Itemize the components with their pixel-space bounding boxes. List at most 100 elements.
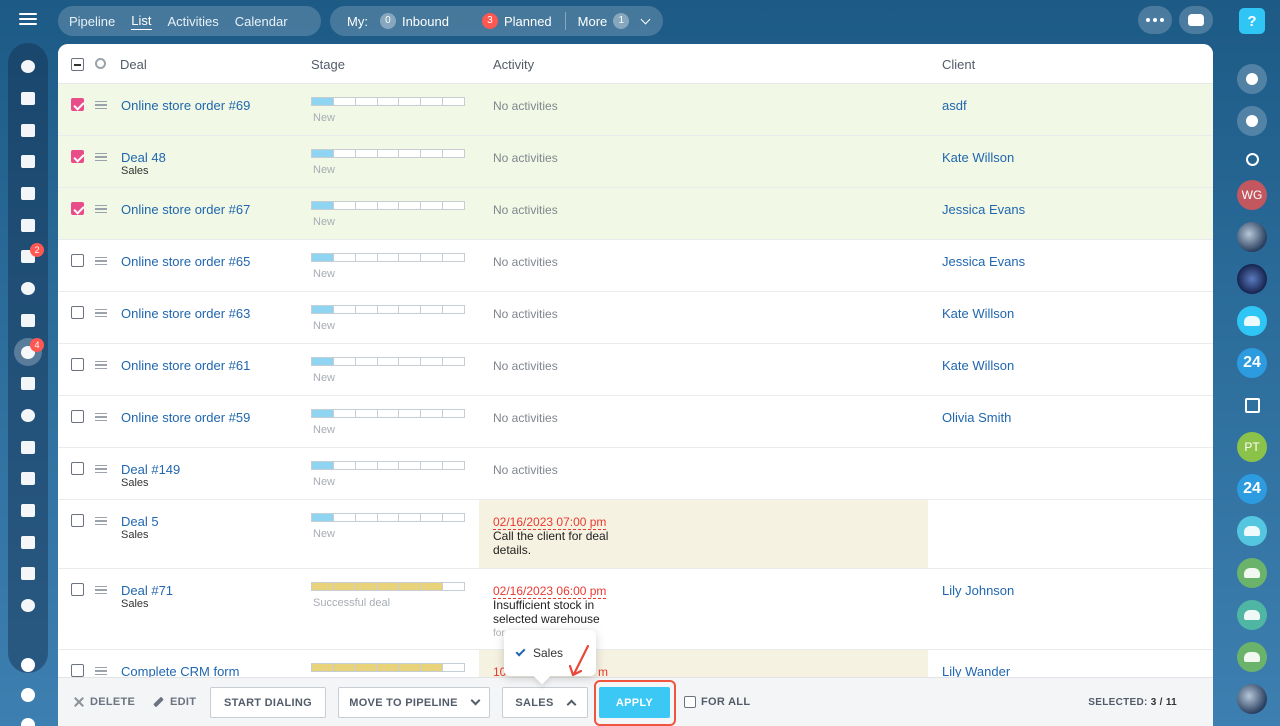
help-button[interactable]: ? xyxy=(1239,8,1265,34)
notifications-bell-icon[interactable] xyxy=(1237,64,1267,94)
table-row[interactable]: Online store order #69 New No activities… xyxy=(58,84,1213,136)
deal-link[interactable]: Online store order #69 xyxy=(121,98,250,113)
stage-progress[interactable] xyxy=(311,582,465,591)
document-icon[interactable] xyxy=(12,178,44,210)
group-icon-3[interactable] xyxy=(1237,600,1267,630)
chevron-down-circle-icon[interactable] xyxy=(12,590,44,622)
client-link[interactable]: Olivia Smith xyxy=(942,410,1011,425)
row-checkbox[interactable] xyxy=(71,462,84,475)
table-row[interactable]: Online store order #67 New No activities… xyxy=(58,188,1213,240)
avatar-pt[interactable]: PT xyxy=(1237,432,1267,462)
menu-icon[interactable] xyxy=(19,12,37,26)
deal-link[interactable]: Online store order #59 xyxy=(121,410,250,425)
drag-handle-icon[interactable] xyxy=(95,586,107,594)
client-link[interactable]: Jessica Evans xyxy=(942,254,1025,269)
automation-robot-button[interactable] xyxy=(1179,6,1213,34)
chat-icon[interactable] xyxy=(12,114,44,146)
avatar-group-photo[interactable] xyxy=(1237,264,1267,294)
client-link[interactable]: Kate Willson xyxy=(942,150,1014,165)
group-icon-2[interactable] xyxy=(1237,558,1267,588)
bank-icon[interactable] xyxy=(12,368,44,400)
drag-handle-icon[interactable] xyxy=(95,101,107,109)
group-chat-icon[interactable] xyxy=(1237,306,1267,336)
deal-link[interactable]: Online store order #67 xyxy=(121,202,250,217)
column-stage[interactable]: Stage xyxy=(311,57,345,72)
column-activity[interactable]: Activity xyxy=(493,57,534,72)
more-options-button[interactable] xyxy=(1138,6,1172,34)
client-link[interactable]: Kate Willson xyxy=(942,306,1014,321)
drag-handle-icon[interactable] xyxy=(95,257,107,265)
help-circle-icon[interactable] xyxy=(21,658,35,672)
drag-handle-icon[interactable] xyxy=(95,517,107,525)
column-client[interactable]: Client xyxy=(942,57,975,72)
row-checkbox[interactable] xyxy=(71,150,84,163)
table-row[interactable]: Deal 48 Sales New No activities Kate Wil… xyxy=(58,136,1213,188)
row-checkbox[interactable] xyxy=(71,254,84,267)
drag-handle-icon[interactable] xyxy=(95,153,107,161)
row-checkbox[interactable] xyxy=(71,306,84,319)
settings-gear-icon[interactable] xyxy=(21,718,35,726)
signature-icon[interactable] xyxy=(12,463,44,495)
tab-list[interactable]: List xyxy=(131,13,152,30)
calendar-icon[interactable] xyxy=(1237,390,1267,420)
stage-progress[interactable] xyxy=(311,513,465,522)
mail-icon[interactable]: 2 xyxy=(12,241,44,273)
target-icon[interactable] xyxy=(12,400,44,432)
inbound-filter[interactable]: 0 Inbound xyxy=(379,13,449,29)
avatar-user-photo[interactable] xyxy=(1237,222,1267,252)
messenger-icon[interactable] xyxy=(1237,106,1267,136)
drag-handle-icon[interactable] xyxy=(95,205,107,213)
table-row[interactable]: Deal #71 Sales Successful deal 02/16/202… xyxy=(58,569,1213,650)
drag-handle-icon[interactable] xyxy=(95,667,107,675)
stage-progress[interactable] xyxy=(311,305,465,314)
column-deal[interactable]: Deal xyxy=(120,57,147,72)
row-checkbox[interactable] xyxy=(71,664,84,677)
row-checkbox[interactable] xyxy=(71,514,84,527)
tab-pipeline[interactable]: Pipeline xyxy=(69,14,115,29)
contacts-icon[interactable] xyxy=(12,273,44,305)
drag-handle-icon[interactable] xyxy=(95,465,107,473)
row-checkbox[interactable] xyxy=(71,202,84,215)
id-card-icon[interactable] xyxy=(12,495,44,527)
drive-icon[interactable] xyxy=(12,209,44,241)
tab-calendar[interactable]: Calendar xyxy=(235,14,288,29)
activity-description[interactable]: Insufficient stock in selected warehouse xyxy=(493,598,633,626)
for-all-box[interactable] xyxy=(684,696,696,708)
structure-icon[interactable] xyxy=(21,688,35,702)
deal-link[interactable]: Deal 48 xyxy=(121,150,166,165)
cart-icon[interactable] xyxy=(12,431,44,463)
drag-handle-icon[interactable] xyxy=(95,413,107,421)
table-row[interactable]: Deal 5 Sales New 02/16/2023 07:00 pm Cal… xyxy=(58,500,1213,569)
crm-filter-icon[interactable]: 4 xyxy=(12,336,44,368)
checklist-icon[interactable] xyxy=(12,305,44,337)
stage-progress[interactable] xyxy=(311,201,465,210)
group-icon-1[interactable] xyxy=(1237,516,1267,546)
planned-filter[interactable]: 3 Planned xyxy=(481,13,552,29)
pipeline-select[interactable]: SALES xyxy=(502,687,588,718)
stage-progress[interactable] xyxy=(311,97,465,106)
stage-progress[interactable] xyxy=(311,357,465,366)
stage-progress[interactable] xyxy=(311,461,465,470)
deal-link[interactable]: Online store order #65 xyxy=(121,254,250,269)
robot-icon[interactable] xyxy=(12,526,44,558)
avatar-user-photo-2[interactable] xyxy=(1237,684,1267,714)
group-icon-4[interactable] xyxy=(1237,642,1267,672)
box-icon[interactable] xyxy=(12,558,44,590)
table-row[interactable]: Online store order #63 New No activities… xyxy=(58,292,1213,344)
pipeline-option-sales[interactable]: Sales xyxy=(533,646,563,660)
table-row[interactable]: Deal #149 Sales New No activities xyxy=(58,448,1213,500)
delete-button[interactable]: DELETE xyxy=(74,696,135,708)
search-icon[interactable] xyxy=(1237,150,1267,168)
table-row[interactable]: Online store order #59 New No activities… xyxy=(58,396,1213,448)
more-filter[interactable]: More 1 xyxy=(578,13,651,29)
activity-deadline[interactable]: 02/16/2023 07:00 pm xyxy=(493,515,607,530)
drag-handle-icon[interactable] xyxy=(95,309,107,317)
row-checkbox[interactable] xyxy=(71,98,84,111)
client-link[interactable]: Kate Willson xyxy=(942,358,1014,373)
row-checkbox[interactable] xyxy=(71,583,84,596)
client-link[interactable]: Jessica Evans xyxy=(942,202,1025,217)
edit-button[interactable]: EDIT xyxy=(153,696,196,708)
client-link[interactable]: Lily Johnson xyxy=(942,583,1014,598)
feed-icon[interactable] xyxy=(12,51,44,83)
stage-progress[interactable] xyxy=(311,409,465,418)
